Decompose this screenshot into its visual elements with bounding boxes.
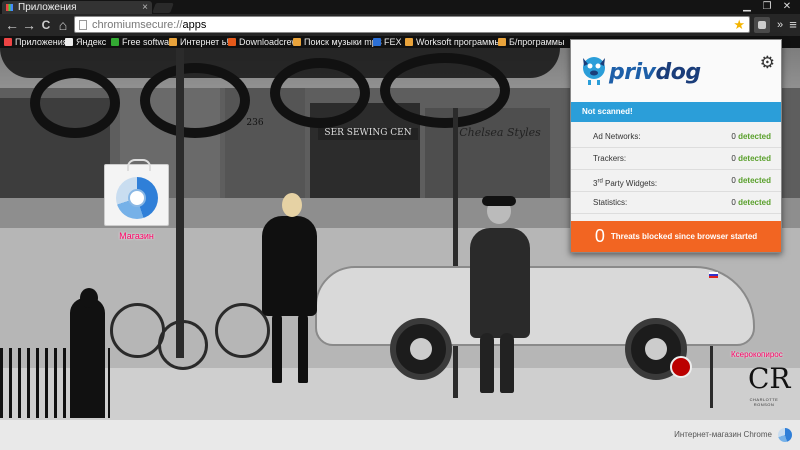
threats-count: 0 [594,226,605,246]
folder-icon [405,38,413,46]
record-icon[interactable] [670,356,692,378]
page-icon [79,20,87,30]
forward-button[interactable]: → [21,17,37,33]
chrome-menu-button[interactable]: ≡ [786,17,800,33]
new-tab-button[interactable] [152,3,174,13]
tab-close-button[interactable]: × [142,1,148,14]
russian-flag-icon [709,272,718,278]
privdog-logo: privdog [579,52,701,88]
bookmark-star-icon[interactable]: ★ [733,17,745,32]
app-web-store[interactable]: Магазин [104,159,169,264]
chrome-webstore-icon [116,177,158,219]
title-bar: Приложения × ▁ ❐ ✕ [0,0,800,14]
privdog-popup: privdog ⚙ Not scanned! Ad Networks: 0 de… [570,39,782,253]
yandex-icon [65,38,73,46]
webstore-link[interactable]: Интернет-магазин Chrome [674,430,772,439]
stat-row-third-party-widgets: 3rd Party Widgets: 0 detected [571,170,781,192]
bookmark-item[interactable]: Поиск музыки mp3 [293,36,382,48]
fex-icon [373,38,381,46]
chrome-webstore-icon[interactable] [778,428,792,442]
url-text: chromiumsecure://apps [92,19,207,31]
bookmark-item[interactable]: Free software [111,36,177,48]
wallpaper-sign-2: Chelsea Styles [459,126,541,139]
folder-icon [498,38,506,46]
restore-button[interactable]: ❐ [756,0,778,14]
folder-icon [169,38,177,46]
privdog-header: privdog ⚙ [571,40,781,102]
settings-gear-icon[interactable]: ⚙ [760,54,775,71]
reload-button[interactable]: C [38,17,54,33]
toolbar: ← → C ⌂ chromiumsecure://apps ★ » ≡ [0,14,800,36]
privdog-stats: Ad Networks: 0 detected Trackers: 0 dete… [571,126,781,214]
tab-apps[interactable]: Приложения × [2,1,152,14]
dog-icon [583,57,605,85]
wallpaper-sign: SER SEWING CEN [318,128,418,140]
stat-row-trackers: Trackers: 0 detected [571,148,781,170]
privdog-extension-button[interactable] [754,17,770,33]
bottom-bar: Интернет-магазин Chrome [0,420,800,450]
apps-grid-icon [6,4,13,11]
app-label-right[interactable]: Ксерокопирос [731,350,783,359]
minimize-button[interactable]: ▁ [736,0,758,14]
home-button[interactable]: ⌂ [55,17,71,33]
bookmark-item[interactable]: Worksoft программы [405,36,501,48]
threats-text: Threats blocked since browser started [610,232,758,241]
close-window-button[interactable]: ✕ [776,0,798,14]
web-store-app-icon[interactable] [104,159,169,226]
scan-status-banner: Not scanned! [571,102,781,122]
bookmark-item[interactable]: FEX [373,36,402,48]
bookmark-item[interactable]: Интернет ь! [169,36,229,48]
bookmark-item[interactable]: Яндекс [65,36,106,48]
stat-row-ad-networks: Ad Networks: 0 detected [571,126,781,148]
folder-icon [293,38,301,46]
stat-row-statistics: Statistics: 0 detected [571,192,781,214]
address-bar[interactable]: chromiumsecure://apps ★ [74,16,750,33]
download-arrow-icon [228,38,236,46]
bookmark-item[interactable]: Приложения [4,36,68,48]
wallpaper-car [315,266,755,346]
bookmark-item[interactable]: Б/программы [498,36,564,48]
charlotte-ronson-logo: CR CHARLOTTE RONSON [748,362,791,408]
leaf-icon [111,38,119,46]
bookmark-item[interactable]: Downloadcrew [228,36,298,48]
threats-blocked-banner: 0 Threats blocked since browser started [571,221,781,252]
tab-title: Приложения [18,2,77,13]
apps-grid-icon [4,38,12,46]
app-label-store[interactable]: Магазин [104,231,169,241]
wallpaper-address: 236 [246,118,264,128]
back-button[interactable]: ← [4,17,20,33]
